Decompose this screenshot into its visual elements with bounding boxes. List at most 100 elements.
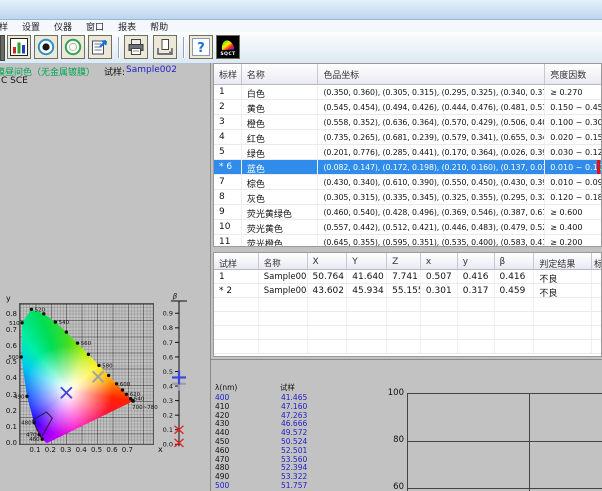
y-tick: 0.6 xyxy=(1,342,17,350)
x-tick: 0.7 xyxy=(122,446,133,454)
column-header[interactable]: y xyxy=(458,253,495,269)
bar-chart-button[interactable] xyxy=(7,35,31,59)
cell-name: 荧光橙色 xyxy=(242,235,319,247)
sample-label: 试样: xyxy=(104,65,125,78)
print-button[interactable] xyxy=(124,35,148,59)
report-export-button[interactable] xyxy=(88,35,112,59)
y-tick: 0.3 xyxy=(1,391,17,399)
menu-item-5[interactable]: 帮助 xyxy=(143,20,175,33)
cell-id: 7 xyxy=(214,175,242,189)
column-header[interactable]: 判定结果 xyxy=(534,253,592,269)
column-header[interactable]: 名称 xyxy=(242,64,319,84)
current-sample-name[interactable]: Sample002 xyxy=(126,65,177,75)
cell-id: * 2 xyxy=(214,284,259,297)
menu-item-0[interactable]: 样 xyxy=(0,20,15,33)
spectral-row[interactable]: 49053.322 xyxy=(215,473,345,482)
beta-tick: 0.6 xyxy=(163,353,173,361)
cell-empty xyxy=(592,340,601,353)
wavelength-label: 480 xyxy=(21,421,32,427)
spectral-row[interactable]: 46052.501 xyxy=(215,447,345,456)
cell-empty xyxy=(308,312,348,325)
standards-row[interactable]: * 6蓝色(0.082, 0.147), (0.172, 0.198), (0.… xyxy=(214,160,601,175)
app-window: 样设置仪器窗口报表帮助 xyxy=(0,0,602,491)
standards-row[interactable]: 1白色(0.350, 0.360), (0.305, 0.315), (0.29… xyxy=(214,85,601,100)
vertical-splitter[interactable] xyxy=(210,63,211,491)
cell-factor: ≥ 0.600 xyxy=(545,205,601,219)
spectral-row[interactable]: 44049.572 xyxy=(215,429,345,438)
cell-id: * 6 xyxy=(214,160,242,174)
print-output-button[interactable] xyxy=(153,35,177,59)
cell-factor: 0.030 ~ 0.120 xyxy=(545,145,601,159)
column-header[interactable]: 标样 xyxy=(214,64,242,84)
cell-result: 不良 xyxy=(534,284,592,297)
spectral-row[interactable]: 45050.524 xyxy=(215,438,345,447)
help-button[interactable]: ? xyxy=(189,35,213,59)
cell-empty xyxy=(592,326,601,339)
sample-row[interactable]: 1Sample00150.76441.6407.7410.5070.4160.4… xyxy=(214,270,601,284)
menu-bar: 样设置仪器窗口报表帮助 xyxy=(0,20,602,32)
cell-beta: 0.459 xyxy=(495,284,535,297)
standards-row[interactable]: 8灰色(0.305, 0.315), (0.335, 0.345), (0.32… xyxy=(214,190,601,205)
cell-empty xyxy=(495,326,535,339)
standards-row[interactable]: 2黄色(0.545, 0.454), (0.494, 0.426), (0.44… xyxy=(214,100,601,115)
spectral-row[interactable]: 48052.394 xyxy=(215,464,345,473)
print-output-icon xyxy=(155,37,175,57)
cell-id: 11 xyxy=(214,235,242,247)
printer-icon xyxy=(126,37,146,57)
standards-row[interactable]: 7棕色(0.430, 0.340), (0.610, 0.390), (0.55… xyxy=(214,175,601,190)
x-tick: 0.4 xyxy=(76,446,87,454)
cell-name: 白色 xyxy=(242,85,319,99)
column-header[interactable]: 亮度因数 xyxy=(545,64,601,84)
horizontal-splitter[interactable] xyxy=(211,359,602,360)
spectral-row[interactable]: 40041.465 xyxy=(215,394,345,403)
wavelength-label: 700~780 xyxy=(132,405,158,411)
cell-x: 0.507 xyxy=(421,270,458,283)
spectral-row[interactable]: 43046.666 xyxy=(215,420,345,429)
cell-coords: (0.735, 0.265), (0.681, 0.239), (0.579, … xyxy=(318,130,545,144)
spectral-row[interactable]: 50051.757 xyxy=(215,482,345,491)
standards-row[interactable]: 11荧光橙色(0.645, 0.355), (0.595, 0.351), (0… xyxy=(214,235,601,247)
standards-row[interactable]: 5绿色(0.201, 0.776), (0.285, 0.441), (0.17… xyxy=(214,145,601,160)
sample-row[interactable]: * 2Sample00243.60245.93455.1550.3010.317… xyxy=(214,284,601,298)
menu-item-2[interactable]: 仪器 xyxy=(47,20,79,33)
cell-empty xyxy=(458,312,495,325)
standards-table-body: 1白色(0.350, 0.360), (0.305, 0.315), (0.29… xyxy=(214,85,601,247)
cell-name: 黄色 xyxy=(242,100,319,114)
column-header[interactable]: 名称 xyxy=(259,253,308,269)
cell-empty xyxy=(259,298,308,311)
spectral-chart xyxy=(407,393,602,491)
spectral-y-tick: 80 xyxy=(380,435,404,445)
measure-button[interactable] xyxy=(34,35,58,59)
calibration-button[interactable] xyxy=(61,35,85,59)
standards-row[interactable]: 4红色(0.735, 0.265), (0.681, 0.239), (0.57… xyxy=(214,130,601,145)
cell-id: 9 xyxy=(214,205,242,219)
cell-empty xyxy=(387,340,421,353)
spectral-row[interactable]: 41047.160 xyxy=(215,403,345,412)
column-header[interactable]: x xyxy=(421,253,458,269)
spectral-row[interactable]: 42047.263 xyxy=(215,412,345,421)
toolbar-separator xyxy=(118,37,119,58)
sqct-button[interactable]: SQCT xyxy=(216,35,240,59)
column-header[interactable]: X xyxy=(308,253,348,269)
column-header[interactable]: 标 xyxy=(592,253,601,269)
svg-text:?: ? xyxy=(197,41,205,56)
menu-item-3[interactable]: 窗口 xyxy=(79,20,111,33)
spectral-row[interactable]: 47053.560 xyxy=(215,456,345,465)
column-header[interactable]: β xyxy=(495,253,535,269)
cell-value: 51.757 xyxy=(281,482,341,491)
standards-row[interactable]: 3橙色(0.558, 0.352), (0.636, 0.364), (0.57… xyxy=(214,115,601,130)
column-header[interactable]: Y xyxy=(347,253,387,269)
wavelength-label: 470 xyxy=(26,433,37,439)
menu-item-4[interactable]: 报表 xyxy=(111,20,143,33)
standards-row[interactable]: 9荧光黄绿色(0.460, 0.540), (0.428, 0.496), (0… xyxy=(214,205,601,220)
cell-factor: 0.010 ~ 0.100 xyxy=(545,160,601,174)
title-bar[interactable] xyxy=(0,0,602,20)
menu-item-1[interactable]: 设置 xyxy=(15,20,47,33)
cell-coords: (0.645, 0.355), (0.595, 0.351), (0.535, … xyxy=(318,235,545,247)
column-header[interactable]: 试样 xyxy=(214,253,259,269)
column-header[interactable]: 色品坐标 xyxy=(318,64,545,84)
wavelength-label: 540 xyxy=(59,320,70,326)
column-header[interactable]: Z xyxy=(387,253,421,269)
standards-row[interactable]: 10荧光黄色(0.557, 0.442), (0.512, 0.421), (0… xyxy=(214,220,601,235)
spectral-table-header: λ(nm)试样 xyxy=(215,384,345,394)
